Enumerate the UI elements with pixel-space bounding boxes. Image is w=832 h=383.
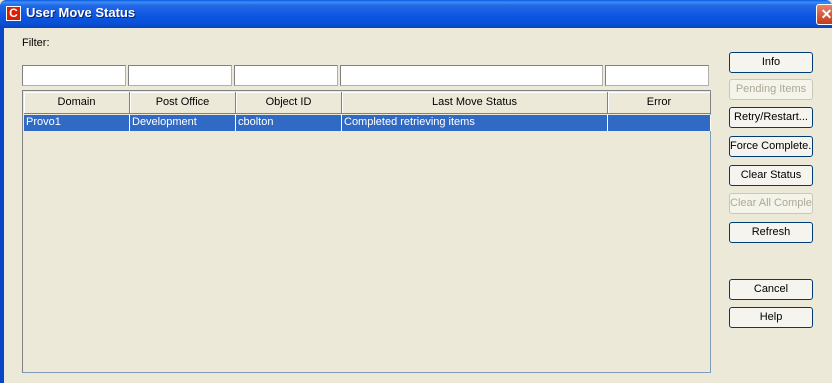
filter-domain-input[interactable] xyxy=(22,65,126,86)
column-header-post-office[interactable]: Post Office xyxy=(130,92,236,114)
filter-post-office-input[interactable] xyxy=(128,65,232,86)
window-left-border xyxy=(0,28,4,383)
cell-object-id: cbolton xyxy=(236,115,342,131)
filter-row xyxy=(22,65,711,86)
window-title: User Move Status xyxy=(26,5,136,20)
filter-object-id-input[interactable] xyxy=(234,65,338,86)
help-button[interactable]: Help xyxy=(729,307,813,328)
filter-label: Filter: xyxy=(22,37,50,49)
filter-error-input[interactable] xyxy=(605,65,709,86)
clear-all-complete-button[interactable]: Clear All Complete xyxy=(729,193,813,214)
pending-items-button[interactable]: Pending Items xyxy=(729,79,813,100)
retry-restart-button[interactable]: Retry/Restart... xyxy=(729,107,813,128)
column-header-domain[interactable]: Domain xyxy=(24,92,130,114)
column-header-last-move-status[interactable]: Last Move Status xyxy=(342,92,608,114)
app-logo-icon: C xyxy=(6,6,21,21)
user-move-status-dialog: C User Move Status ✕ Filter: Domain Post… xyxy=(0,0,832,383)
cell-domain: Provo1 xyxy=(24,115,130,131)
title-bar[interactable]: C User Move Status ✕ xyxy=(0,0,832,28)
info-button[interactable]: Info xyxy=(729,52,813,73)
close-icon[interactable]: ✕ xyxy=(816,4,832,25)
user-move-table[interactable]: Domain Post Office Object ID Last Move S… xyxy=(22,90,711,373)
cell-last-move-status: Completed retrieving items xyxy=(342,115,608,131)
column-header-object-id[interactable]: Object ID xyxy=(236,92,342,114)
refresh-button[interactable]: Refresh xyxy=(729,222,813,243)
filter-last-move-status-input[interactable] xyxy=(340,65,603,86)
cell-error xyxy=(608,115,711,131)
table-header: Domain Post Office Object ID Last Move S… xyxy=(24,92,711,114)
cell-post-office: Development xyxy=(130,115,236,131)
column-header-error[interactable]: Error xyxy=(608,92,711,114)
force-complete-button[interactable]: Force Complete... xyxy=(729,136,813,157)
table-row[interactable]: Provo1 Development cbolton Completed ret… xyxy=(24,115,711,131)
cancel-button[interactable]: Cancel xyxy=(729,279,813,300)
clear-status-button[interactable]: Clear Status xyxy=(729,165,813,186)
